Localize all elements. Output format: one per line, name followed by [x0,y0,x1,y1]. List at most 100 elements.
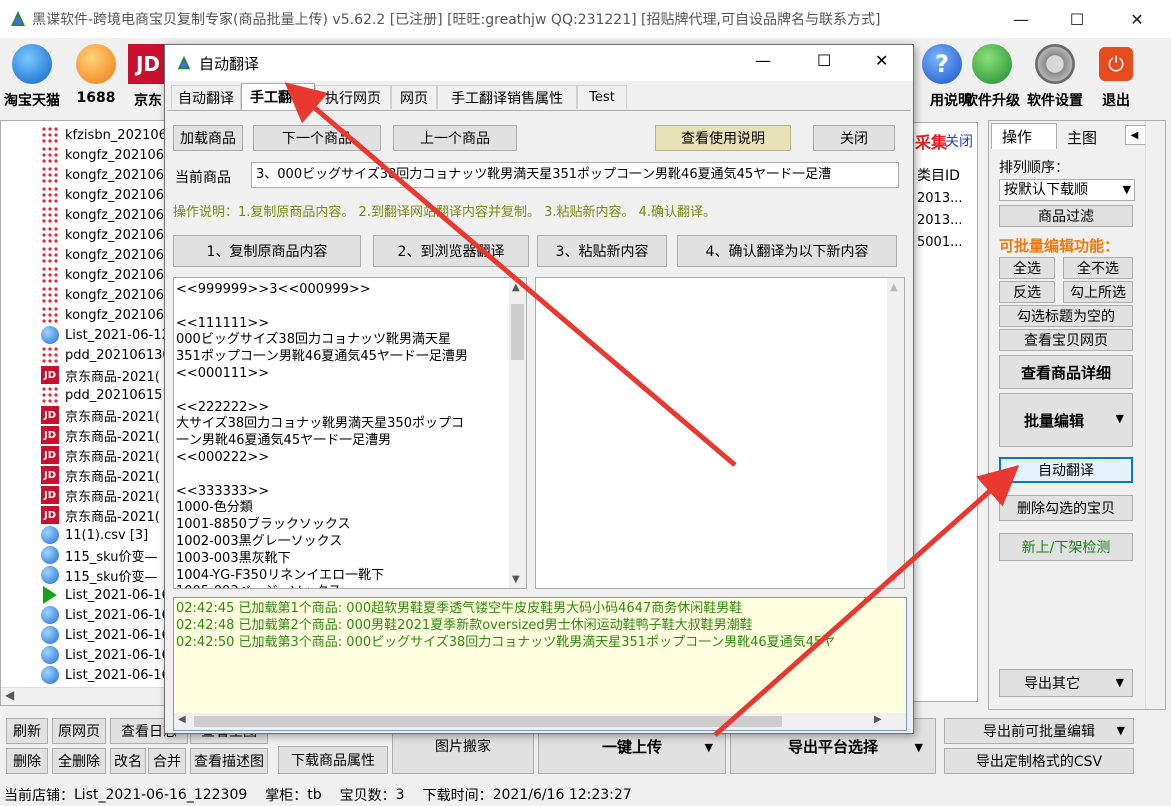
log-panel[interactable]: 02:42:45 已加载第1个商品: 000超软男鞋夏季透气镂空牛皮皮鞋男大码小… [173,597,907,731]
tree-item[interactable]: kongfz_2021061 [41,145,169,165]
tree-item[interactable]: JD 京东商品-2021( [41,485,160,505]
next-product-button[interactable]: 下一个商品 [253,125,381,151]
toolbar-settings[interactable]: 软件设置 [1020,42,1090,112]
merge-button[interactable]: 合并 [148,748,186,774]
tab-auto-translate[interactable]: 自动翻译 [171,85,241,109]
filter-button[interactable]: 商品过滤 [999,205,1133,227]
scroll-left-icon[interactable]: ◀ [178,714,186,725]
close-button[interactable]: ✕ [1114,0,1160,38]
invert-selection-button[interactable]: 反选 [999,281,1055,303]
scroll-thumb[interactable] [194,716,782,727]
view-detail-button[interactable]: 查看商品详细 [999,355,1133,389]
scroll-up-icon[interactable]: ▲ [512,280,520,297]
tree-item[interactable]: List_2021-06-12 [41,325,169,345]
tree-item[interactable]: JD 京东商品-2021( [41,445,160,465]
dialog-close-button[interactable]: ✕ [875,51,888,70]
tree-item[interactable]: JD 京东商品-2021( [41,505,160,525]
toolbar-upgrade[interactable]: 软件升级 [960,42,1024,112]
rename-button[interactable]: 改名 [110,748,146,774]
select-all-button[interactable]: 全选 [999,257,1055,279]
view-desc-image-button[interactable]: 查看描述图 [190,748,268,774]
tab-main-image[interactable]: 主图 [1059,125,1119,149]
tree-item[interactable]: 115_sku价变— [41,545,157,565]
tree-hscrollbar[interactable]: ◀ [1,687,169,705]
copy-original-button[interactable]: 1、复制原商品内容 [173,235,361,267]
tree-item[interactable]: JD 京东商品-2021( [41,425,160,445]
scroll-down-icon[interactable]: ▼ [512,572,520,588]
select-none-button[interactable]: 全不选 [1063,257,1133,279]
download-props-button[interactable]: 下载商品属性 [278,746,388,774]
scroll-thumb[interactable] [511,304,524,360]
delete-checked-button[interactable]: 删除勾选的宝贝 [999,495,1133,521]
scroll-up-icon[interactable]: ▲ [890,280,898,297]
dialog-minimize-button[interactable]: — [755,51,771,70]
tab-manual-translate[interactable]: 手工翻译 [241,83,315,110]
tree-item[interactable]: pdd_202106151 [41,385,169,405]
tab-test[interactable]: Test [577,85,627,109]
tab-web[interactable]: 网页 [391,85,437,109]
tree-item[interactable]: 11(1).csv [3] [41,525,148,545]
browser-translate-button[interactable]: 2、到浏览器翻译 [373,235,529,267]
translated-text-area[interactable]: ▲ ▼ [535,277,905,589]
close-link[interactable]: 关闭 [945,131,973,151]
dialog-close-action-button[interactable]: 关闭 [813,125,895,151]
tree-item[interactable]: kongfz_2021061 [41,265,169,285]
scroll-right-icon[interactable]: ▶ [874,714,882,725]
view-help-button[interactable]: 查看使用说明 [655,125,791,151]
tree-item[interactable]: kongfz_2021061 [41,285,169,305]
paste-new-button[interactable]: 3、粘贴新内容 [537,235,667,267]
tree-item[interactable]: kongfz_2021061 [41,165,169,185]
toolbar-1688[interactable]: 1688 [64,42,128,112]
scroll-down-icon[interactable]: ▼ [890,572,898,588]
dialog-maximize-button[interactable]: ☐ [817,51,831,70]
tree-item[interactable]: 115_sku价变— [41,565,157,585]
export-csv-button[interactable]: 导出定制格式的CSV [944,748,1134,774]
toolbar-exit[interactable]: ⏻ 退出 [1086,42,1146,112]
tree-item[interactable]: JD 京东商品-2021( [41,465,160,485]
tree-item[interactable]: JD 京东商品-2021( [41,405,160,425]
right-panel-scrollbar[interactable] [1145,121,1163,709]
tab-ops[interactable]: 操作 [991,123,1057,149]
export-batch-button[interactable]: 导出前可批量编辑 ▼ [944,718,1134,744]
tree-item[interactable]: kongfz_2021061 [41,185,169,205]
tree-item[interactable]: kongfz_2021061 [41,225,169,245]
column-header-category[interactable]: 类目ID [917,165,960,185]
shelf-check-button[interactable]: 新上/下架检测 [999,533,1133,561]
toolbar-taobao[interactable]: 淘宝天猫 [0,42,64,112]
tree-item[interactable]: List_2021-06-16 [41,645,169,665]
original-text-scrollbar[interactable]: ▲ ▼ [509,278,526,588]
tree-item[interactable]: List_2021-06-16 [41,665,169,685]
tree-item[interactable]: kongfz_2021061 [41,205,169,225]
toolbar-jd[interactable]: JD 京东 [128,42,168,112]
refresh-button[interactable]: 刷新 [6,718,48,744]
original-page-button[interactable]: 原网页 [52,718,106,744]
confirm-translate-button[interactable]: 4、确认翻译为以下新内容 [677,235,897,267]
minimize-button[interactable]: — [998,0,1044,38]
tree-item[interactable]: kfzisbn_2021067 [41,125,169,145]
delete-all-button[interactable]: 全删除 [52,748,106,774]
tab-manual-sales-props[interactable]: 手工翻译销售属性 [437,85,577,109]
tree-item[interactable]: kongfz_2021061 [41,305,169,325]
tree-item[interactable]: JD 京东商品-2021( [41,365,160,385]
load-product-button[interactable]: 加载商品 [173,125,243,151]
original-text-area[interactable]: <<999999>>3<<000999>>​<<111111>>000ビッグサイ… [173,277,527,589]
view-baby-page-button[interactable]: 查看宝贝网页 [999,329,1133,351]
tree-item[interactable]: List_2021-06-16 [41,605,169,625]
select-checked-button[interactable]: 勾上所选 [1063,281,1133,303]
auto-translate-button[interactable]: 自动翻译 [999,457,1133,483]
current-product-field[interactable]: 3、000ビッグサイズ38回力コョナッツ靴男満天星351ポップコ一ン男靴46夏通… [251,162,899,188]
log-hscrollbar[interactable]: ◀ ▶ [174,713,906,730]
sort-select[interactable]: 按默认下载顺 ▼ [999,179,1135,201]
product-list-panel[interactable]: 采集 关闭 类目ID 2013... 2013... 5001... [912,122,978,702]
file-tree[interactable]: kfzisbn_2021067 kongfz_2021061 kongfz_2021… [0,120,170,706]
tree-item[interactable]: List_2021-06-16 [41,585,169,605]
prev-product-button[interactable]: 上一个商品 [393,125,517,151]
scroll-left-icon[interactable]: ◀ [5,688,14,702]
tree-item[interactable]: kongfz_2021061 [41,245,169,265]
maximize-button[interactable]: ☐ [1054,0,1100,38]
select-empty-title-button[interactable]: 勾选标题为空的 [999,305,1133,327]
tree-item[interactable]: pdd_202106130 [41,345,169,365]
delete-button[interactable]: 删除 [6,748,48,774]
translated-text-scrollbar[interactable]: ▲ ▼ [887,278,904,588]
batch-edit-button[interactable]: 批量编辑 ▼ [999,393,1133,447]
